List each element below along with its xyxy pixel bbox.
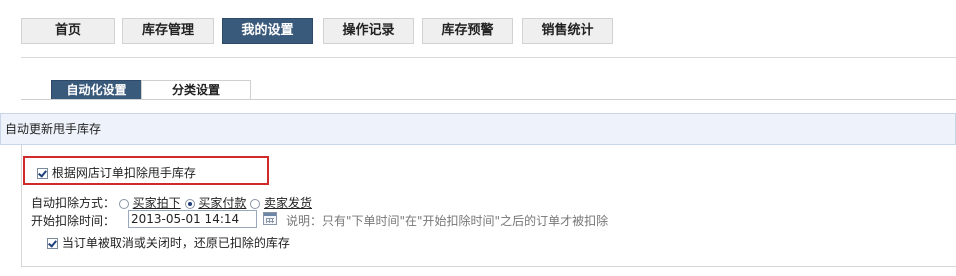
radio-seller-shipped[interactable] (250, 198, 261, 209)
radio-buyer-paid-label[interactable]: 买家付款 (198, 196, 246, 210)
deduct-by-order-checkbox[interactable] (37, 168, 48, 179)
radio-buyer-ordered[interactable] (118, 198, 129, 209)
deduct-by-order-row: 根据网店订单扣除甩手库存 (37, 164, 196, 181)
panel-title: 自动更新甩手库存 (0, 113, 956, 145)
radio-buyer-paid[interactable] (184, 198, 195, 209)
deduct-mode-row: 自动扣除方式： 买家拍下 买家付款 卖家发货 (31, 194, 312, 211)
start-time-label: 开始扣除时间： (31, 214, 116, 228)
start-time-note: 说明：只有"下单时间"在"开始扣除时间"之后的订单才被扣除 (286, 214, 609, 228)
radio-seller-shipped-label[interactable]: 卖家发货 (264, 196, 312, 210)
nav-tab-inventory[interactable]: 库存管理 (122, 18, 214, 44)
nav-tab-stock-alert[interactable]: 库存预警 (422, 18, 513, 44)
deduct-mode-label: 自动扣除方式： (31, 196, 116, 210)
nav-tab-operation-log[interactable]: 操作记录 (323, 18, 414, 44)
nav-tab-my-settings[interactable]: 我的设置 (222, 18, 313, 44)
restore-row: 当订单被取消或关闭时，还原已扣除的库存 (47, 234, 290, 251)
restore-stock-checkbox[interactable] (47, 238, 58, 249)
nav-divider (21, 57, 956, 58)
nav-tab-sales-stats[interactable]: 销售统计 (522, 18, 613, 44)
radio-buyer-ordered-label[interactable]: 买家拍下 (133, 196, 181, 210)
tab-category-settings[interactable]: 分类设置 (141, 80, 251, 99)
tab-automation-settings[interactable]: 自动化设置 (51, 80, 142, 99)
restore-stock-label: 当订单被取消或关闭时，还原已扣除的库存 (61, 236, 290, 250)
calendar-icon[interactable] (263, 212, 277, 225)
deduct-by-order-label: 根据网店订单扣除甩手库存 (51, 166, 196, 180)
nav-tab-home[interactable]: 首页 (21, 18, 115, 44)
start-time-input[interactable] (128, 210, 257, 228)
subnav-divider (21, 99, 956, 100)
